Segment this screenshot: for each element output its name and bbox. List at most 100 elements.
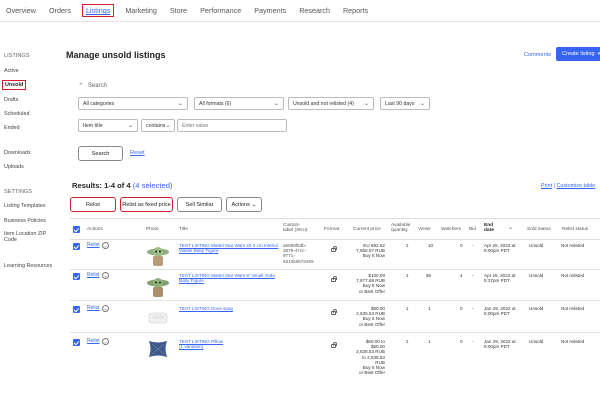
row-price-line4: or Best Offer	[359, 321, 385, 327]
row-relist-link[interactable]: Relist	[87, 305, 100, 311]
nav-performance[interactable]: Performance	[198, 4, 243, 17]
formats-value: All formats (6)	[199, 100, 232, 107]
row-sku-line4: 5310b0b7e255	[283, 258, 314, 264]
row-sku: a6598f9db- 3879-47cc- 9771- 5310b0b7e255	[283, 243, 314, 264]
results-heading: Results: 1-4 of 4 (4 selected)	[72, 181, 172, 190]
actions-label: Actions	[231, 201, 250, 208]
results-count: Results: 1-4 of 4	[72, 181, 131, 190]
row-views: 1	[428, 306, 431, 311]
sidebar-item-learning-resources[interactable]: Learning Resources	[4, 263, 52, 269]
pillow-photo	[149, 341, 167, 357]
print-links: Print | Customize table	[541, 183, 596, 189]
lock-icon	[331, 276, 338, 282]
search-button[interactable]: Search	[78, 146, 123, 161]
nav-reports[interactable]: Reports	[341, 4, 370, 17]
row-more-icon[interactable]: ⌄	[102, 242, 109, 249]
sidebar-heading-settings: SETTINGS	[4, 189, 32, 195]
col-available-line2: quantity	[391, 228, 408, 234]
row-title: TEST LISTING Pillow (1 variation)	[179, 339, 279, 349]
chevron-down-icon: ⌄	[273, 101, 279, 107]
row-more-icon[interactable]: ⌄	[102, 272, 109, 279]
row-checkbox[interactable]	[73, 306, 80, 313]
row-relist-link[interactable]: Relist	[87, 242, 100, 248]
row-price: $50.00 to $50.00 2,635.53 RUB to 2,635.53 RU…	[353, 339, 385, 375]
period-value: Last 90 days	[385, 100, 415, 107]
row-sold-status: Unsold	[529, 243, 544, 248]
sidebar-item-scheduled[interactable]: Scheduled	[4, 111, 29, 117]
sidebar-item-active[interactable]: Active	[4, 68, 19, 74]
row-checkbox[interactable]	[73, 243, 80, 250]
sidebar-item-downloads[interactable]: Downloads	[4, 150, 31, 156]
formats-select[interactable]: All formats (6) ⌄	[194, 97, 284, 110]
chevron-down-icon: ⌄	[419, 101, 425, 107]
relist-fixed-price-button[interactable]: Relist as fixed price	[120, 197, 173, 212]
sidebar-item-unsold[interactable]: Unsold	[2, 80, 27, 90]
print-link[interactable]: Print	[541, 183, 552, 189]
row-title-link[interactable]: TEST LISTING Mattel Star Wars 8" Small Y…	[179, 273, 279, 283]
customize-table-link[interactable]: Customize table	[557, 183, 596, 189]
search-toggle[interactable]: ⌃ Search	[78, 82, 107, 90]
row-views: 85	[426, 273, 432, 278]
row-views: 1	[428, 339, 431, 344]
row-end-date: Apr 25, 2022 at 6:00pm PDT	[484, 243, 515, 253]
nav-overview[interactable]: Overview	[4, 4, 38, 17]
row-bid: -	[472, 273, 474, 278]
sort-chevron-icon[interactable]: ⌄	[508, 225, 513, 231]
nav-store[interactable]: Store	[168, 4, 189, 17]
nav-research[interactable]: Research	[297, 4, 332, 17]
row-quantity: 1	[406, 339, 409, 344]
row-checkbox[interactable]	[73, 273, 80, 280]
nav-orders[interactable]: Orders	[47, 4, 73, 17]
lock-icon	[331, 309, 338, 315]
row-watchers: 0	[460, 339, 463, 344]
row-sold-status: Unsold	[529, 273, 544, 278]
relist-status-select[interactable]: Unsold and not relisted (4) ⌄	[288, 97, 374, 110]
select-all-checkbox[interactable]	[73, 226, 80, 233]
row-bid: -	[472, 306, 474, 311]
nav-marketing[interactable]: Marketing	[123, 4, 159, 17]
comments-link[interactable]: Comments	[524, 52, 551, 58]
relist-button[interactable]: Relist	[70, 197, 116, 212]
sidebar-item-ended[interactable]: Ended	[4, 125, 20, 131]
sidebar-item-drafts[interactable]: Drafts	[4, 97, 18, 103]
row-end-line2: 6:00pm PDT	[484, 248, 510, 254]
actions-button[interactable]: Actions ⌄	[226, 197, 262, 212]
category-select[interactable]: All categories ⌄	[78, 97, 188, 110]
sidebar-heading-listings: LISTINGS	[4, 53, 30, 59]
row-quantity: 1	[406, 306, 409, 311]
reset-link[interactable]: Reset	[130, 150, 145, 156]
sell-similar-button[interactable]: Sell Similar	[177, 197, 222, 212]
col-sold-status: Sold status	[527, 227, 551, 232]
field-select[interactable]: Item title ⌄	[78, 119, 138, 132]
row-more-icon[interactable]: ⌄	[102, 305, 109, 312]
sidebar-item-location[interactable]: Item Location ZIP Code	[4, 231, 54, 243]
search-value-input[interactable]	[177, 119, 287, 132]
row-relist-status: Not relisted	[561, 306, 585, 311]
baby-yoda-figure-photo	[147, 247, 169, 266]
row-price-line7: or Best Offer	[359, 370, 385, 376]
sidebar-item-business-policies[interactable]: Business Policies	[4, 218, 46, 224]
sidebar-item-listing-templates[interactable]: Listing Templates	[4, 203, 46, 209]
row-checkbox[interactable]	[73, 339, 80, 346]
sidebar-item-uploads[interactable]: Uploads	[4, 164, 24, 170]
operator-select[interactable]: contains ⌄	[141, 119, 175, 132]
row-relist-link[interactable]: Relist	[87, 338, 100, 344]
nav-payments[interactable]: Payments	[252, 4, 288, 17]
col-custom-label-line2: label (SKU)	[283, 228, 308, 234]
chevron-down-icon: ⌄	[251, 201, 257, 208]
row-end-line2: 6:00pm PDT	[484, 311, 510, 317]
col-format: Format	[324, 227, 340, 232]
row-more-icon[interactable]: ⌄	[102, 338, 109, 345]
period-select[interactable]: Last 90 days ⌄	[380, 97, 430, 110]
row-quantity: 1	[406, 273, 409, 278]
row-title-link[interactable]: TEST LISTING Mattel Star Wars 20 3 cm In…	[179, 243, 279, 253]
nav-listings[interactable]: Listings	[81, 4, 115, 17]
col-end-date[interactable]: End date	[484, 223, 494, 234]
row-title-link[interactable]: TEST LISTING Dove soap	[179, 306, 279, 311]
col-custom-label: Custom label (SKU)	[283, 223, 308, 234]
create-listing-button[interactable]: Create listing ▾	[556, 47, 600, 61]
chevron-down-icon: ⌄	[165, 123, 171, 129]
row-relist-link[interactable]: Relist	[87, 272, 100, 278]
row-variation-link[interactable]: (1 variation)	[179, 344, 203, 349]
col-views: Views	[418, 227, 431, 232]
